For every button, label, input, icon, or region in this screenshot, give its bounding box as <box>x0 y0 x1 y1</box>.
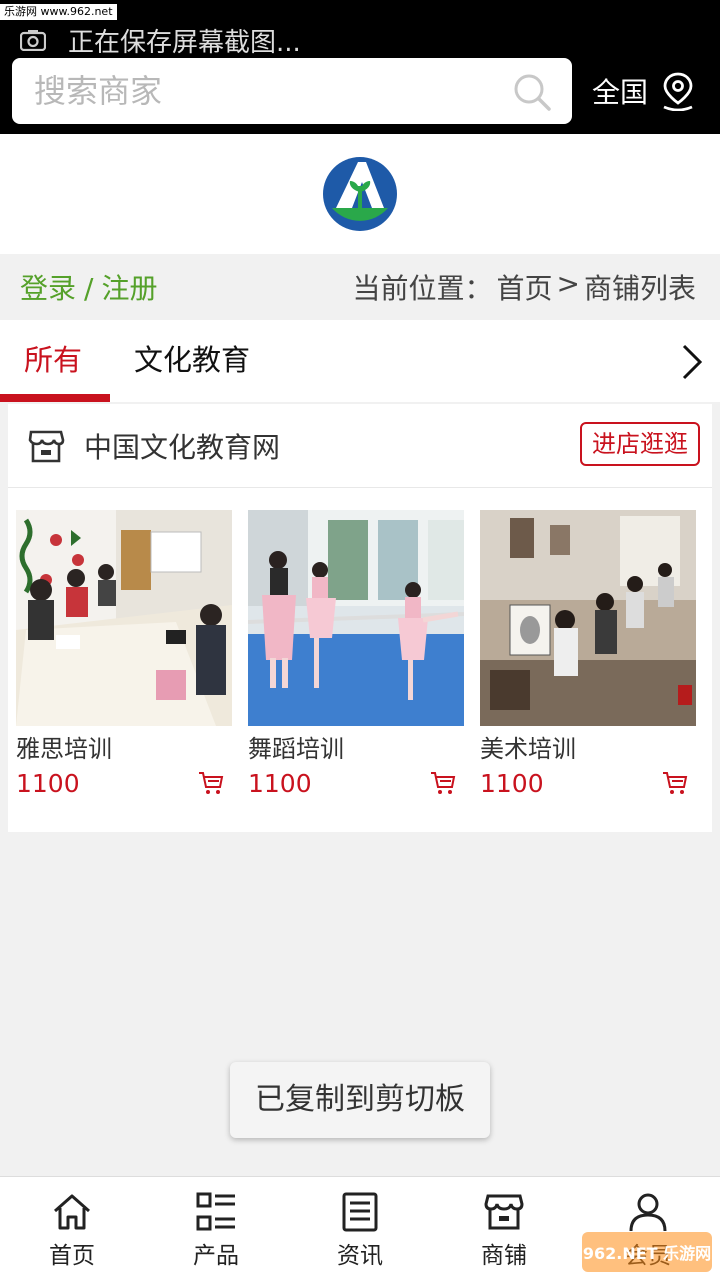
chevron-right-icon[interactable] <box>678 342 706 382</box>
store-icon <box>484 1194 524 1230</box>
product-photo-ielts-class[interactable] <box>16 510 232 726</box>
watermark-logo: 962.NET 乐游网 <box>582 1232 712 1272</box>
search-box[interactable] <box>12 58 572 124</box>
nav-item-home[interactable]: 首页 <box>0 1177 144 1280</box>
breadcrumb-current: 商铺列表 <box>583 272 696 305</box>
screenshot-notification: 正在保存屏幕截图... <box>20 22 301 58</box>
nav-item-shops[interactable]: 商铺 <box>432 1177 576 1280</box>
watermark-label: 乐游网 www.962.net <box>0 4 117 20</box>
auth-links: 登录 / 注册 <box>20 267 157 307</box>
breadcrumb-arrow: > <box>556 267 580 300</box>
notification-text: 正在保存屏幕截图... <box>68 27 301 58</box>
shop-card: 中国文化教育网 进店逛逛 雅思培训 1100 舞蹈培训 1100 美术培训 11… <box>8 404 712 832</box>
active-tab-indicator <box>0 394 110 402</box>
cart-icon[interactable] <box>198 770 224 796</box>
product-photo-art-class[interactable] <box>480 510 696 726</box>
login-link[interactable]: 登录 <box>20 272 76 305</box>
site-logo[interactable] <box>322 156 398 232</box>
logo-area <box>0 134 720 254</box>
nav-item-news[interactable]: 资讯 <box>288 1177 432 1280</box>
region-selector[interactable]: 全国 <box>592 66 696 116</box>
visit-store-button[interactable]: 进店逛逛 <box>580 422 700 466</box>
nav-label: 商铺 <box>481 1243 527 1269</box>
toast-message: 已复制到剪切板 <box>230 1062 490 1138</box>
register-link[interactable]: 注册 <box>101 272 157 305</box>
breadcrumb-home[interactable]: 首页 <box>497 267 553 307</box>
category-tabs: 所有 文化教育 <box>0 320 720 402</box>
region-label: 全国 <box>592 76 649 109</box>
product-name[interactable]: 舞蹈培训 <box>248 734 464 764</box>
breadcrumb-prefix: 当前位置： <box>352 272 493 305</box>
tab-all[interactable]: 所有 <box>24 320 82 402</box>
grid-list-icon <box>196 1192 235 1231</box>
camera-icon <box>20 30 46 51</box>
product-card[interactable]: 舞蹈培训 1100 <box>248 510 464 800</box>
cart-icon[interactable] <box>430 770 456 796</box>
breadcrumb: 当前位置： 首页 > 商铺列表 <box>352 267 700 307</box>
product-card[interactable]: 美术培训 1100 <box>480 510 696 800</box>
store-icon <box>28 430 65 462</box>
search-icon[interactable] <box>512 72 552 112</box>
location-pin-icon <box>663 72 693 111</box>
product-photo-dance-class[interactable] <box>248 510 464 726</box>
cart-icon[interactable] <box>662 770 688 796</box>
home-icon <box>54 1194 90 1230</box>
nav-item-products[interactable]: 产品 <box>144 1177 288 1280</box>
shop-name[interactable]: 中国文化教育网 <box>84 426 280 466</box>
nav-label: 首页 <box>49 1243 95 1269</box>
tab-culture-education[interactable]: 文化教育 <box>134 320 250 402</box>
search-input[interactable] <box>34 72 494 110</box>
product-name[interactable]: 美术培训 <box>480 734 696 764</box>
nav-label: 资讯 <box>337 1243 383 1269</box>
nav-label: 产品 <box>193 1243 239 1269</box>
user-icon <box>629 1193 667 1232</box>
top-bar: 乐游网 www.962.net 正在保存屏幕截图... 全国 <box>0 0 720 134</box>
news-icon <box>342 1192 378 1232</box>
product-name[interactable]: 雅思培训 <box>16 734 232 764</box>
auth-separator: / <box>84 272 94 305</box>
product-card[interactable]: 雅思培训 1100 <box>16 510 232 800</box>
breadcrumb-bar: 登录 / 注册 当前位置： 首页 > 商铺列表 <box>0 254 720 320</box>
